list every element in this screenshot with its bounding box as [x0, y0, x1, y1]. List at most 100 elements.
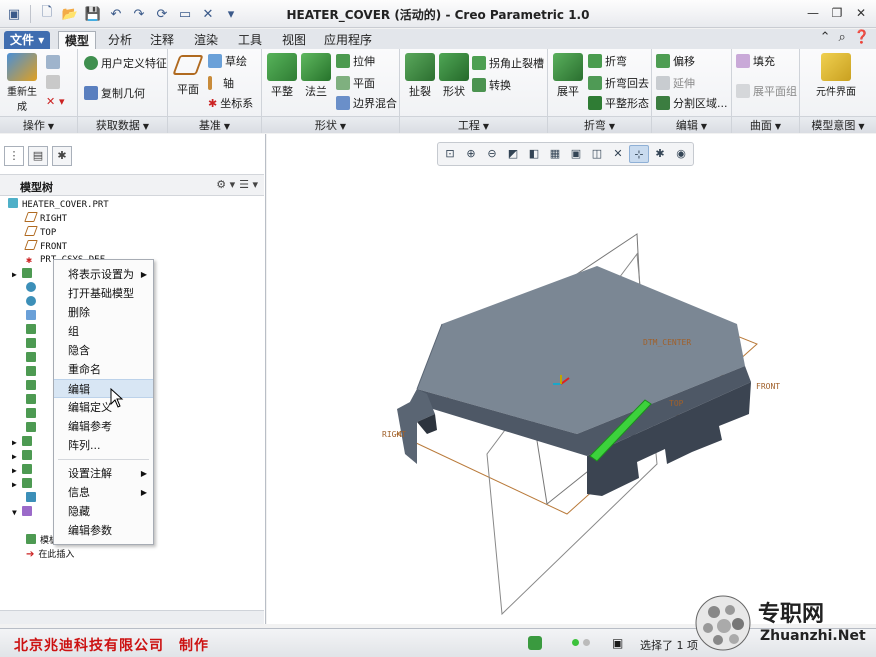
- model-tree-tab-icon[interactable]: ⋮: [4, 146, 24, 166]
- menu-item-pattern[interactable]: 阵列...: [54, 436, 153, 455]
- tree-feature-row[interactable]: [26, 296, 40, 309]
- split-area-button[interactable]: 分割区域...: [656, 95, 728, 111]
- udf-button[interactable]: 用户定义特征: [84, 55, 167, 71]
- planar-button[interactable]: 平面: [336, 75, 375, 91]
- plane-button[interactable]: 平面: [172, 55, 204, 97]
- plane-label: 平面: [177, 83, 199, 96]
- fill-button[interactable]: 填充: [736, 53, 775, 69]
- regen-status-icon[interactable]: [528, 636, 542, 650]
- tree-item-front[interactable]: FRONT: [24, 240, 67, 253]
- tree-feature-row[interactable]: [26, 380, 40, 393]
- tree-feature-row[interactable]: [26, 422, 40, 435]
- group-label-model-intent[interactable]: 模型意图 ▼: [800, 116, 876, 133]
- restore-icon[interactable]: ❐: [828, 4, 846, 22]
- tab-annotate[interactable]: 注释: [144, 31, 180, 49]
- tab-render[interactable]: 渲染: [188, 31, 224, 49]
- group-label-editing[interactable]: 编辑 ▼: [652, 116, 731, 133]
- menu-item-set-representation[interactable]: 将表示设置为 ▶: [54, 265, 153, 284]
- tree-feature-row[interactable]: [26, 394, 40, 407]
- extrude-button[interactable]: 拉伸: [336, 53, 375, 69]
- axis-button[interactable]: 轴: [208, 75, 234, 91]
- group-label-datum[interactable]: 基准 ▼: [168, 116, 261, 133]
- bend-button[interactable]: 折弯: [588, 53, 627, 69]
- tab-model[interactable]: 模型: [58, 31, 97, 49]
- menu-item-group[interactable]: 组: [54, 322, 153, 341]
- tab-file[interactable]: 文件 ▾: [4, 31, 51, 49]
- tree-feature-row[interactable]: [26, 408, 40, 421]
- tree-feature-row[interactable]: [26, 324, 40, 337]
- help-icon[interactable]: ❓: [854, 30, 870, 45]
- copy-button[interactable]: [46, 55, 60, 69]
- menu-item-edit[interactable]: 编辑: [54, 379, 153, 398]
- group-label-surfaces[interactable]: 曲面 ▼: [732, 116, 799, 133]
- tab-tools[interactable]: 工具: [232, 31, 268, 49]
- tree-feature-row[interactable]: [26, 310, 40, 323]
- convert-button[interactable]: 转换: [472, 77, 511, 93]
- group-label-engineering[interactable]: 工程 ▼: [400, 116, 547, 133]
- tree-feature-row[interactable]: ▶: [12, 464, 36, 477]
- menu-item-edit-references[interactable]: 编辑参考: [54, 417, 153, 436]
- tree-feature-row[interactable]: ▶: [12, 478, 36, 491]
- menu-item-edit-definition[interactable]: 编辑定义: [54, 398, 153, 417]
- menu-item-suppress[interactable]: 隐含: [54, 341, 153, 360]
- tree-feature-row[interactable]: [26, 352, 40, 365]
- folder-browser-tab-icon[interactable]: ▤: [28, 146, 48, 166]
- tree-feature-row[interactable]: ▶: [12, 450, 36, 463]
- tree-feature-row[interactable]: ▶: [12, 268, 36, 281]
- group-label-get-data[interactable]: 获取数据 ▼: [78, 116, 167, 133]
- horizontal-scrollbar[interactable]: [0, 610, 264, 624]
- flange-button[interactable]: 法兰: [300, 53, 332, 99]
- menu-item-delete[interactable]: 删除: [54, 303, 153, 322]
- flat-wall-button[interactable]: 平整: [266, 53, 298, 99]
- form-button[interactable]: 形状: [438, 53, 470, 99]
- csys-button[interactable]: ✱ 坐标系: [208, 95, 253, 111]
- offset-button[interactable]: 偏移: [656, 53, 695, 69]
- tree-insert-here[interactable]: ➔ 在此插入: [26, 548, 74, 561]
- search-icon[interactable]: ⌕: [839, 30, 846, 45]
- group-label-shapes[interactable]: 形状 ▼: [262, 116, 399, 133]
- favorites-tab-icon[interactable]: ✱: [52, 146, 72, 166]
- show-icon[interactable]: ☰ ▾: [239, 178, 258, 191]
- collapse-ribbon-icon[interactable]: ⌃: [820, 30, 831, 45]
- minimize-icon[interactable]: —: [804, 4, 822, 22]
- component-interface-button[interactable]: 元件界面: [814, 53, 858, 98]
- close-icon[interactable]: ✕: [852, 4, 870, 22]
- menu-item-info[interactable]: 信息 ▶: [54, 483, 153, 502]
- menu-item-hide[interactable]: 隐藏: [54, 502, 153, 521]
- bend-back-button[interactable]: 折弯回去: [588, 75, 649, 91]
- tree-item-root[interactable]: HEATER_COVER.PRT: [8, 198, 109, 211]
- menu-item-rename[interactable]: 重命名: [54, 360, 153, 379]
- extend-button[interactable]: 延伸: [656, 75, 695, 91]
- group-label-operations[interactable]: 操作 ▼: [0, 116, 77, 133]
- menu-item-edit-parameters[interactable]: 编辑参数: [54, 521, 153, 540]
- corner-relief-button[interactable]: 拐角止裂槽: [472, 55, 544, 71]
- tab-view[interactable]: 视图: [276, 31, 312, 49]
- tree-feature-row[interactable]: ▶: [12, 436, 36, 449]
- tree-item-top[interactable]: TOP: [24, 226, 56, 239]
- tree-feature-row[interactable]: [26, 492, 40, 505]
- group-label-bends[interactable]: 折弯 ▼: [548, 116, 651, 133]
- tab-applications[interactable]: 应用程序: [318, 31, 378, 49]
- tree-feature-row[interactable]: [26, 338, 40, 351]
- tree-feature-row[interactable]: [26, 366, 40, 379]
- boundary-blend-button[interactable]: 边界混合: [336, 95, 397, 111]
- menu-item-annotations[interactable]: 设置注解 ▶: [54, 464, 153, 483]
- flat-pattern-button[interactable]: 平整形态: [588, 95, 649, 111]
- menu-item-open-base-model[interactable]: 打开基础模型: [54, 284, 153, 303]
- find-icon[interactable]: ▣: [612, 636, 626, 650]
- flatten-quilt-button[interactable]: 展平面组: [736, 83, 797, 99]
- tree-feature-row[interactable]: [26, 282, 40, 295]
- sketch-button[interactable]: 草绘: [208, 53, 247, 69]
- tab-analysis[interactable]: 分析: [102, 31, 138, 49]
- smart-filter-icon[interactable]: [572, 636, 594, 650]
- delete-button[interactable]: ✕ ▾: [46, 95, 65, 108]
- graphics-window[interactable]: ⊡ ⊕ ⊖ ◩ ◧ ▦ ▣ ◫ ✕ ⊹ ✱ ◉ DTM_CENTER FRONT…: [267, 134, 876, 624]
- paste-button[interactable]: [46, 75, 60, 89]
- unbend-button[interactable]: 展平: [552, 53, 584, 99]
- settings-icon[interactable]: ⚙ ▾: [216, 178, 235, 191]
- rip-button[interactable]: 扯裂: [404, 53, 436, 99]
- copy-geometry-button[interactable]: 复制几何: [84, 85, 145, 101]
- tree-item-right[interactable]: RIGHT: [24, 212, 67, 225]
- tree-feature-row[interactable]: ▼: [12, 506, 36, 519]
- regenerate-button[interactable]: 重新生成: [4, 53, 40, 113]
